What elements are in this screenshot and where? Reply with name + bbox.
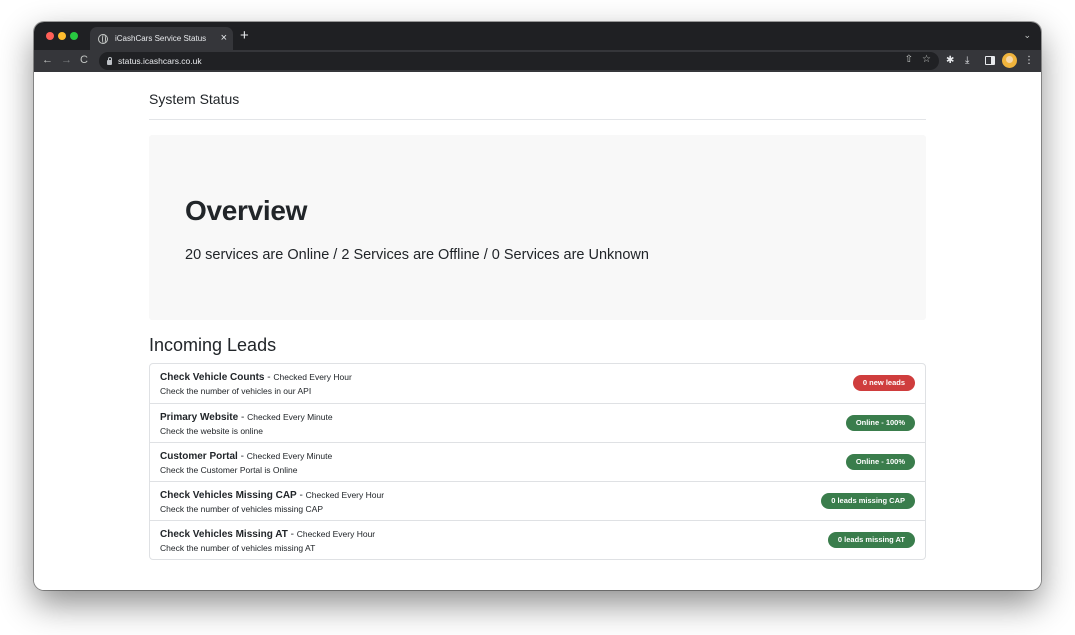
service-frequency: Checked Every Hour — [273, 372, 352, 382]
bookmark-star-icon[interactable]: ☆ — [922, 54, 931, 65]
tab-strip: iCashCars Service Status × + ⌄ — [34, 22, 1041, 50]
list-item: Check Vehicle Counts - Checked Every Hou… — [150, 364, 925, 403]
list-item: Check Vehicles Missing AT - Checked Ever… — [150, 520, 925, 559]
service-list: Check Vehicle Counts - Checked Every Hou… — [149, 363, 926, 560]
reload-icon[interactable]: C — [80, 53, 88, 68]
page-title: System Status — [149, 91, 240, 107]
service-name: Check Vehicles Missing AT — [160, 529, 288, 540]
status-badge: 0 leads missing AT — [827, 532, 915, 548]
status-badge: 0 leads missing CAP — [821, 493, 915, 509]
browser-tab[interactable]: iCashCars Service Status × — [90, 27, 233, 50]
globe-icon — [98, 33, 108, 44]
service-description: Check the number of vehicles in our API — [160, 386, 312, 396]
tab-search-icon[interactable]: ⌄ — [1023, 30, 1031, 41]
forward-arrow-icon[interactable]: → — [61, 53, 72, 68]
extensions-puzzle-icon[interactable]: ✱ — [946, 54, 954, 68]
service-name: Primary Website — [160, 412, 239, 423]
status-badge: 0 new leads — [852, 375, 915, 391]
url-text[interactable]: status.icashcars.co.uk — [118, 56, 202, 66]
header-divider — [149, 119, 926, 120]
status-badge: Online - 100% — [845, 415, 915, 431]
service-description: Check the website is online — [160, 426, 264, 436]
tab-title: iCashCars Service Status — [115, 34, 207, 43]
service-frequency: Checked Every Minute — [247, 412, 333, 422]
status-badge: Online - 100% — [845, 454, 915, 470]
profile-avatar[interactable] — [1002, 53, 1017, 68]
service-name: Check Vehicles Missing CAP — [160, 490, 297, 501]
service-description: Check the Customer Portal is Online — [160, 465, 298, 475]
close-tab-icon[interactable]: × — [221, 33, 227, 44]
service-frequency: Checked Every Minute — [246, 451, 333, 461]
minimize-window-button[interactable] — [58, 32, 66, 40]
service-frequency: Checked Every Hour — [305, 490, 385, 500]
section-title-incoming-leads: Incoming Leads — [149, 335, 277, 355]
new-tab-button[interactable]: + — [240, 28, 249, 44]
side-panel-icon[interactable] — [985, 56, 995, 65]
service-description: Check the number of vehicles missing AT — [160, 543, 316, 553]
browser-toolbar: ← → C status.icashcars.co.uk ⇧ ☆ ✱ ⤓ ⋮ — [34, 50, 1041, 72]
kebab-menu-icon[interactable]: ⋮ — [1024, 54, 1034, 68]
overview-panel: Overview 20 services are Online / 2 Serv… — [149, 135, 926, 320]
back-arrow-icon[interactable]: ← — [42, 53, 53, 68]
overview-title: Overview — [185, 195, 308, 226]
overview-summary: 20 services are Online / 2 Services are … — [185, 247, 649, 263]
list-item: Customer Portal - Checked Every Minute C… — [150, 442, 925, 481]
service-description: Check the number of vehicles missing CAP — [160, 504, 323, 514]
service-name: Customer Portal — [160, 451, 238, 462]
address-bar[interactable]: status.icashcars.co.uk ⇧ ☆ — [99, 52, 939, 70]
close-window-button[interactable] — [46, 32, 54, 40]
browser-window: iCashCars Service Status × + ⌄ ← → C sta… — [34, 22, 1041, 590]
page-viewport: System Status Overview 20 services are O… — [34, 72, 1041, 590]
list-item: Check Vehicles Missing CAP - Checked Eve… — [150, 481, 925, 520]
service-frequency: Checked Every Hour — [296, 529, 376, 539]
share-icon[interactable]: ⇧ — [905, 54, 913, 65]
maximize-window-button[interactable] — [70, 32, 78, 40]
download-icon[interactable]: ⤓ — [965, 54, 969, 68]
lock-icon[interactable] — [107, 56, 112, 65]
service-name: Check Vehicle Counts — [160, 372, 265, 383]
list-item: Primary Website - Checked Every Minute C… — [150, 403, 925, 442]
